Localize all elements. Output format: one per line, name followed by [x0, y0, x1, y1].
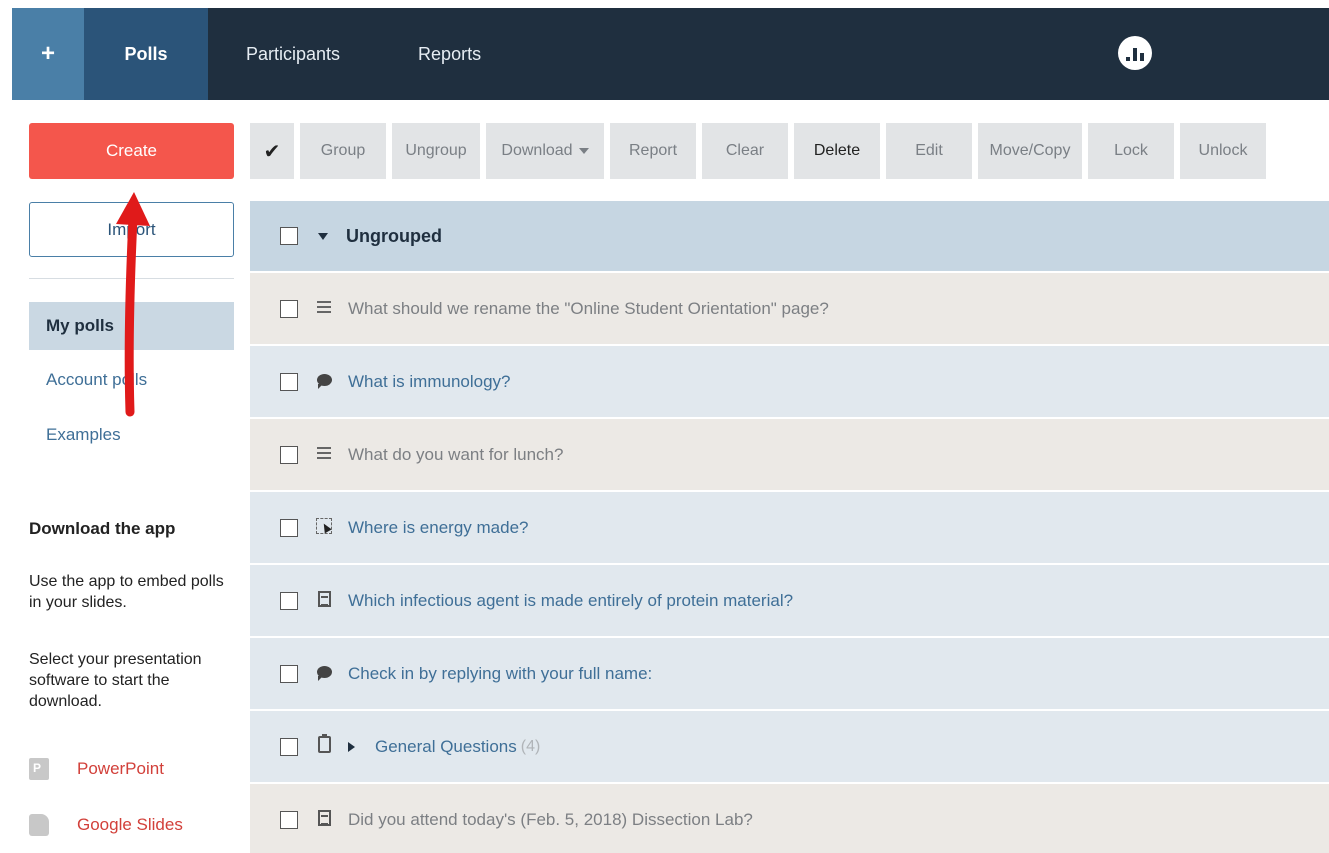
speech-bubble-icon: [314, 665, 334, 682]
poll-title[interactable]: What is immunology?: [348, 372, 511, 392]
poll-row[interactable]: Which infectious agent is made entirely …: [250, 565, 1329, 638]
poll-checkbox[interactable]: [280, 299, 298, 318]
poll-row[interactable]: Did you attend today's (Feb. 5, 2018) Di…: [250, 784, 1329, 853]
poll-list: Ungrouped What should we rename the "Onl…: [250, 201, 1329, 853]
download-app-heading: Download the app: [29, 519, 176, 538]
expand-triangle-icon[interactable]: [348, 741, 355, 752]
poll-checkbox[interactable]: [280, 518, 298, 537]
poll-checkbox[interactable]: [280, 372, 298, 391]
powerpoint-label: PowerPoint: [77, 759, 164, 778]
poll-title[interactable]: Where is energy made?: [348, 518, 528, 538]
poll-checkbox[interactable]: [280, 664, 298, 683]
add-button[interactable]: +: [12, 8, 84, 100]
annotation-arrow-icon: [116, 192, 150, 417]
poll-title[interactable]: What should we rename the "Online Studen…: [348, 299, 829, 319]
group-title[interactable]: General Questions: [375, 737, 517, 757]
move-copy-button[interactable]: Move/Copy: [978, 123, 1082, 179]
spreadsheet-icon: [314, 590, 334, 611]
group-button[interactable]: Group: [300, 123, 386, 179]
group-checkbox[interactable]: [280, 227, 298, 245]
unlock-button[interactable]: Unlock: [1180, 123, 1266, 179]
poll-title[interactable]: Which infectious agent is made entirely …: [348, 591, 793, 611]
top-nav: + Polls Participants Reports: [12, 8, 1329, 100]
create-button[interactable]: Create: [29, 123, 234, 179]
collapse-triangle-icon[interactable]: [318, 232, 328, 240]
download-button[interactable]: Download: [486, 123, 604, 179]
powerpoint-icon: [29, 758, 49, 780]
poll-title[interactable]: Check in by replying with your full name…: [348, 664, 652, 684]
lines-icon: [314, 300, 334, 317]
poll-group-row[interactable]: General Questions (4): [250, 711, 1329, 784]
select-all-checkmark-icon[interactable]: ✔: [250, 123, 294, 179]
google-slides-label: Google Slides: [77, 815, 183, 834]
poll-row[interactable]: What do you want for lunch?: [250, 419, 1329, 492]
clickable-image-icon: [314, 517, 334, 538]
download-app-description: Use the app to embed polls in your slide…: [29, 573, 224, 611]
poll-row[interactable]: What is immunology?: [250, 346, 1329, 419]
group-header-ungrouped[interactable]: Ungrouped: [250, 201, 1329, 273]
edit-button[interactable]: Edit: [886, 123, 972, 179]
download-powerpoint-link[interactable]: PowerPoint: [29, 758, 164, 780]
poll-checkbox[interactable]: [280, 591, 298, 610]
poll-row[interactable]: Check in by replying with your full name…: [250, 638, 1329, 711]
tab-reports[interactable]: Reports: [418, 8, 481, 100]
poll-title[interactable]: Did you attend today's (Feb. 5, 2018) Di…: [348, 810, 753, 830]
top-strip: [0, 0, 1329, 8]
poll-checkbox[interactable]: [280, 810, 298, 829]
download-google-slides-link[interactable]: Google Slides: [29, 814, 183, 836]
ungroup-button[interactable]: Ungroup: [392, 123, 480, 179]
poll-row[interactable]: Where is energy made?: [250, 492, 1329, 565]
group-title: Ungrouped: [346, 225, 442, 246]
lines-icon: [314, 446, 334, 463]
poll-checkbox[interactable]: [280, 445, 298, 464]
speech-bubble-icon: [314, 373, 334, 390]
report-button[interactable]: Report: [610, 123, 696, 179]
download-label: Download: [501, 142, 573, 159]
clipboard-icon: [314, 734, 334, 757]
download-app-instructions: Select your presentation software to sta…: [29, 651, 202, 710]
group-count: (4): [520, 737, 541, 755]
google-slides-icon: [29, 814, 49, 836]
lock-button[interactable]: Lock: [1088, 123, 1174, 179]
tab-participants[interactable]: Participants: [246, 8, 340, 100]
delete-button[interactable]: Delete: [794, 123, 880, 179]
poll-row[interactable]: What should we rename the "Online Studen…: [250, 273, 1329, 346]
spreadsheet-icon: [314, 809, 334, 830]
tab-polls[interactable]: Polls: [84, 8, 208, 100]
poll-checkbox[interactable]: [280, 737, 298, 756]
poll-toolbar: ✔ Group Ungroup Download Report Clear De…: [250, 123, 1272, 179]
chart-logo-icon[interactable]: [1118, 36, 1152, 70]
clear-button[interactable]: Clear: [702, 123, 788, 179]
chevron-down-icon: [578, 148, 589, 154]
poll-title[interactable]: What do you want for lunch?: [348, 445, 563, 465]
